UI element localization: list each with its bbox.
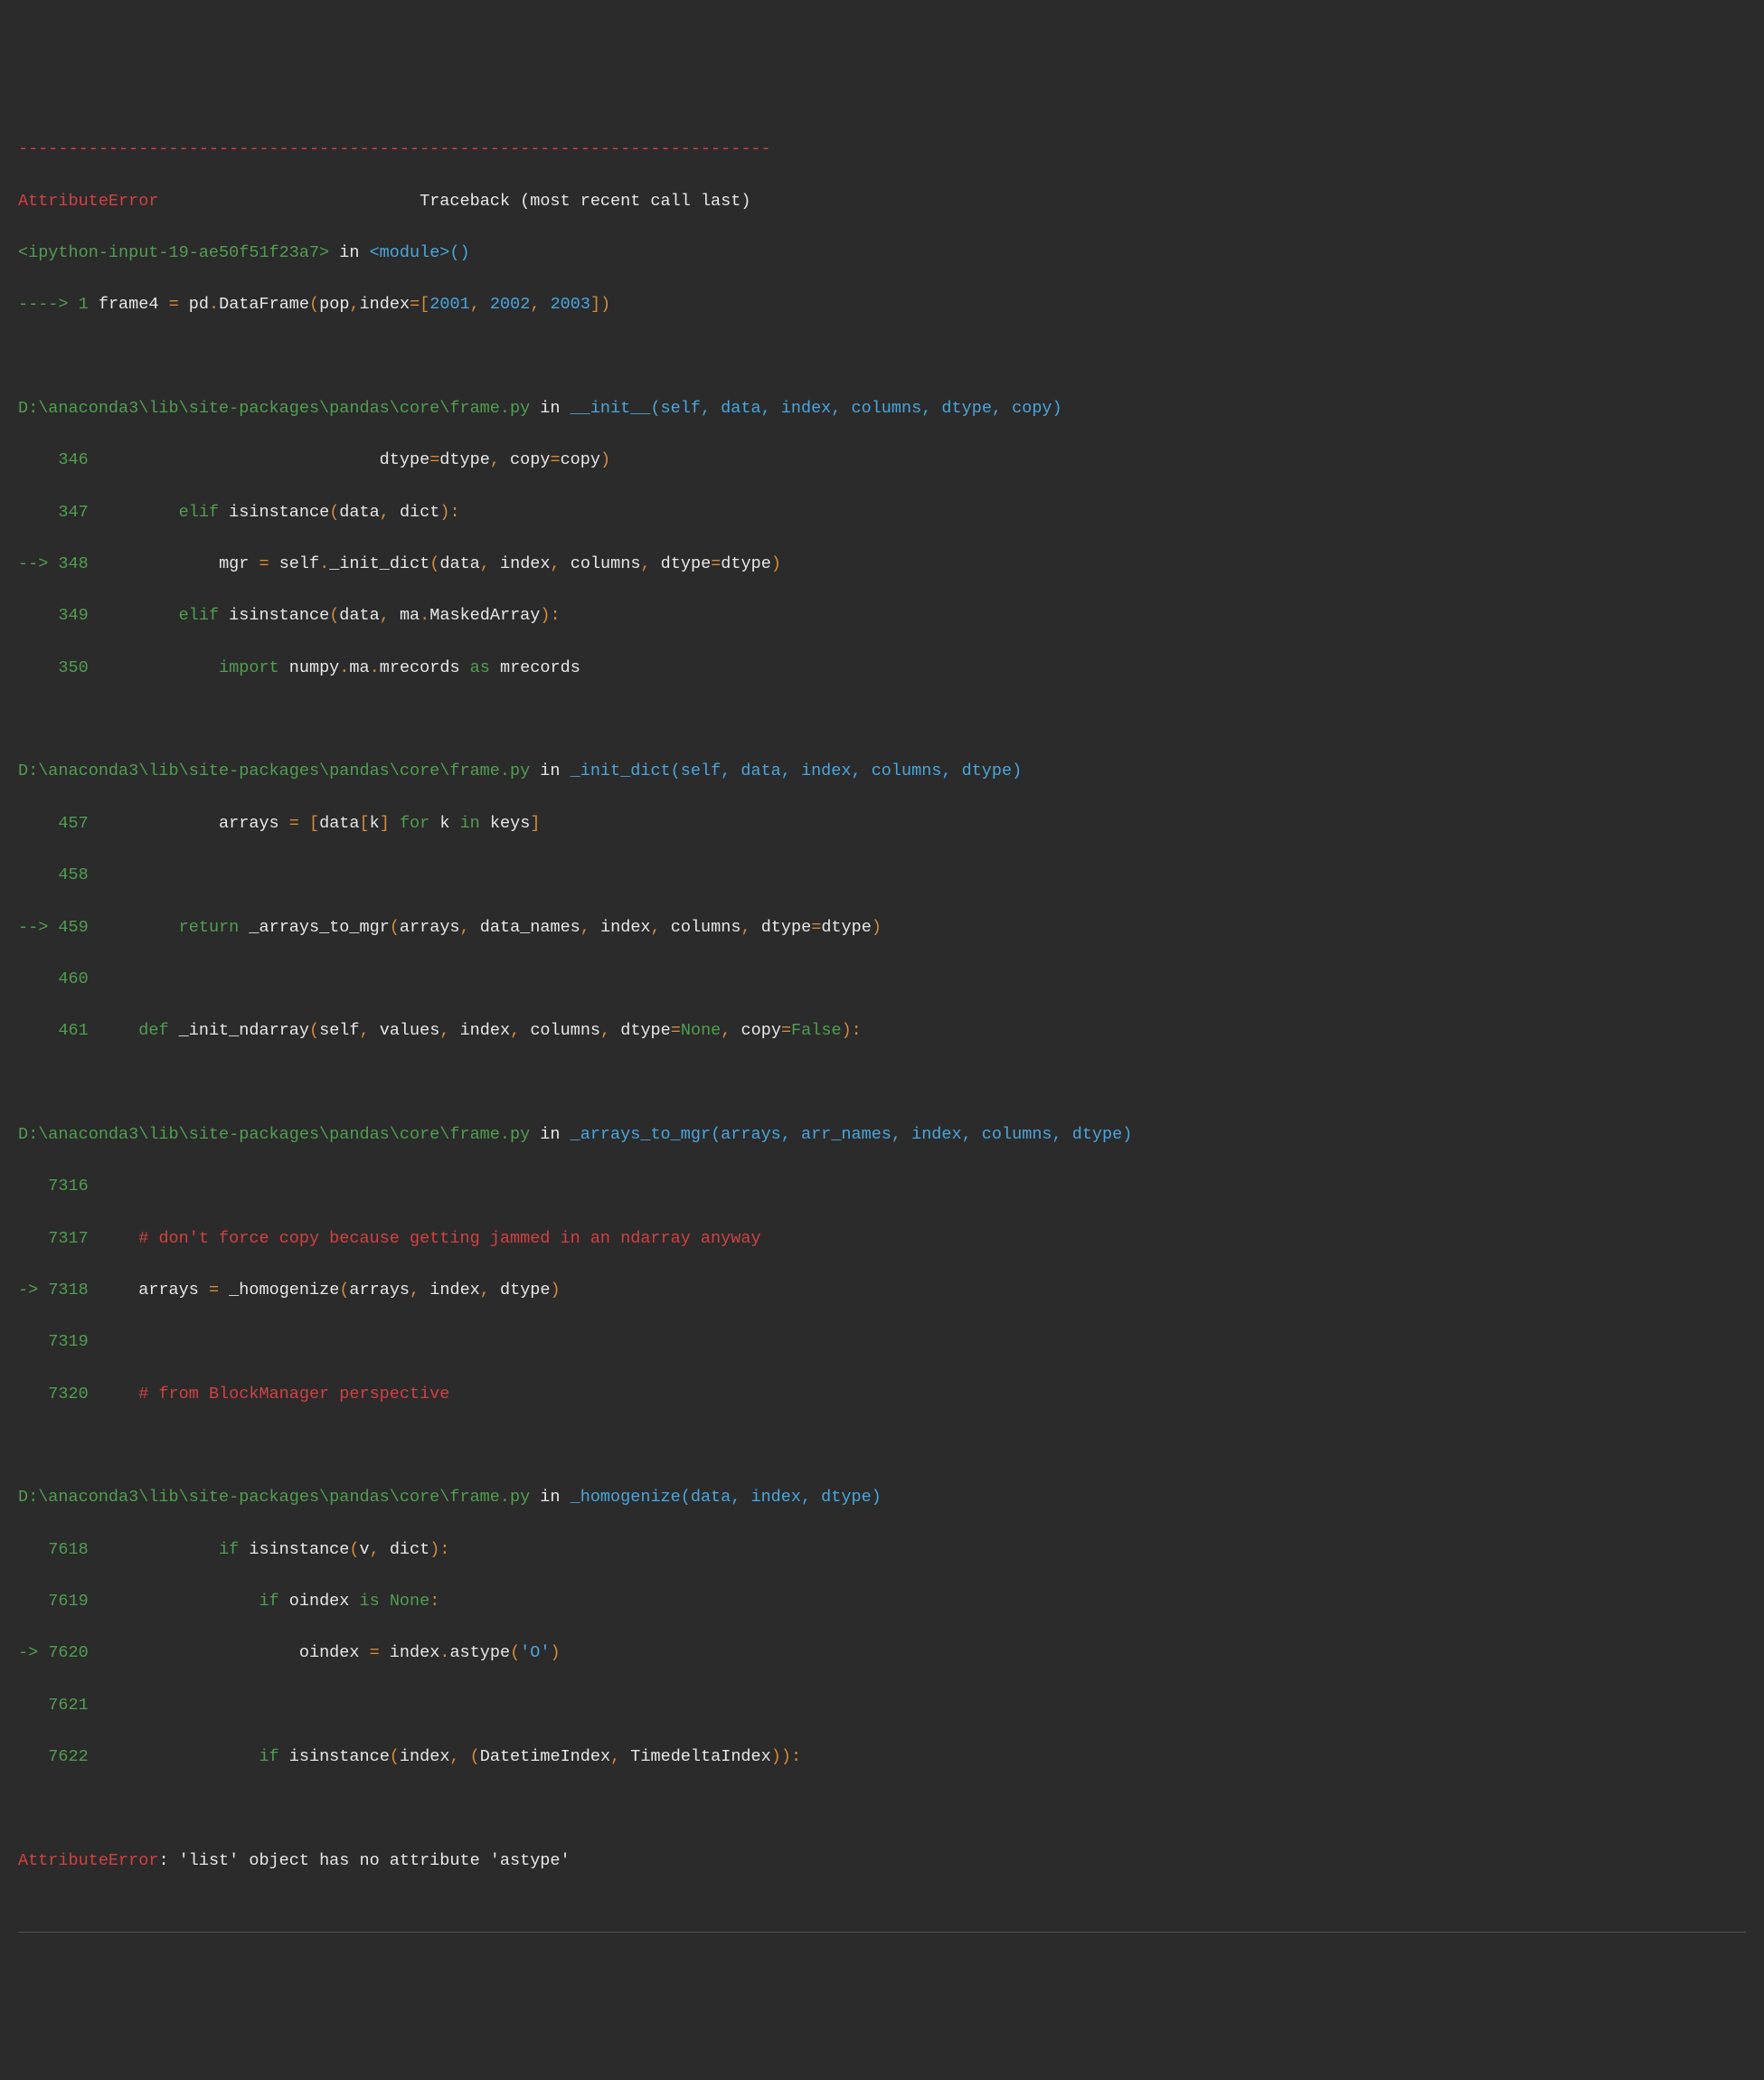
frame2-457: 457 arrays = [data[k] for k in keys] bbox=[18, 811, 1746, 837]
frame3-header: D:\anaconda3\lib\site-packages\pandas\co… bbox=[18, 1122, 1746, 1149]
frame2-458: 458 bbox=[18, 863, 1746, 889]
frame1-348: --> 348 mgr = self._init_dict(data, inde… bbox=[18, 552, 1746, 578]
frame4-7621: 7621 bbox=[18, 1693, 1746, 1719]
error-name: AttributeError bbox=[18, 192, 158, 211]
frame1-349: 349 elif isinstance(data, ma.MaskedArray… bbox=[18, 603, 1746, 629]
frame1-347: 347 elif isinstance(data, dict): bbox=[18, 500, 1746, 526]
frame2-459: --> 459 return _arrays_to_mgr(arrays, da… bbox=[18, 915, 1746, 941]
frame3-7316: 7316 bbox=[18, 1174, 1746, 1200]
bottom-divider bbox=[18, 1932, 1746, 1933]
top-frame-line: ----> 1 frame4 = pd.DataFrame(pop,index=… bbox=[18, 292, 1746, 318]
traceback-label: Traceback (most recent call last) bbox=[420, 192, 750, 211]
frame4-header: D:\anaconda3\lib\site-packages\pandas\co… bbox=[18, 1485, 1746, 1511]
frame2-460: 460 bbox=[18, 967, 1746, 993]
separator: ----------------------------------------… bbox=[18, 139, 771, 158]
frame4-7618: 7618 if isinstance(v, dict): bbox=[18, 1537, 1746, 1564]
frame3-7320: 7320 # from BlockManager perspective bbox=[18, 1382, 1746, 1408]
frame4-7622: 7622 if isinstance(index, (DatetimeIndex… bbox=[18, 1744, 1746, 1771]
frame4-7619: 7619 if oindex is None: bbox=[18, 1589, 1746, 1615]
frame2-header: D:\anaconda3\lib\site-packages\pandas\co… bbox=[18, 759, 1746, 785]
frame4-7620: -> 7620 oindex = index.astype('O') bbox=[18, 1640, 1746, 1667]
frame3-7317: 7317 # don't force copy because getting … bbox=[18, 1226, 1746, 1253]
frame2-461: 461 def _init_ndarray(self, values, inde… bbox=[18, 1018, 1746, 1045]
frame1-350: 350 import numpy.ma.mrecords as mrecords bbox=[18, 656, 1746, 682]
traceback-output: ----------------------------------------… bbox=[18, 111, 1746, 1900]
frame3-7318: -> 7318 arrays = _homogenize(arrays, ind… bbox=[18, 1278, 1746, 1304]
frame3-7319: 7319 bbox=[18, 1329, 1746, 1356]
frame1-346: 346 dtype=dtype, copy=copy) bbox=[18, 448, 1746, 474]
frame1-header: D:\anaconda3\lib\site-packages\pandas\co… bbox=[18, 396, 1746, 422]
top-frame-file: <ipython-input-19-ae50f51f23a7> in <modu… bbox=[18, 241, 1746, 267]
final-error: AttributeError: 'list' object has no att… bbox=[18, 1848, 1746, 1875]
